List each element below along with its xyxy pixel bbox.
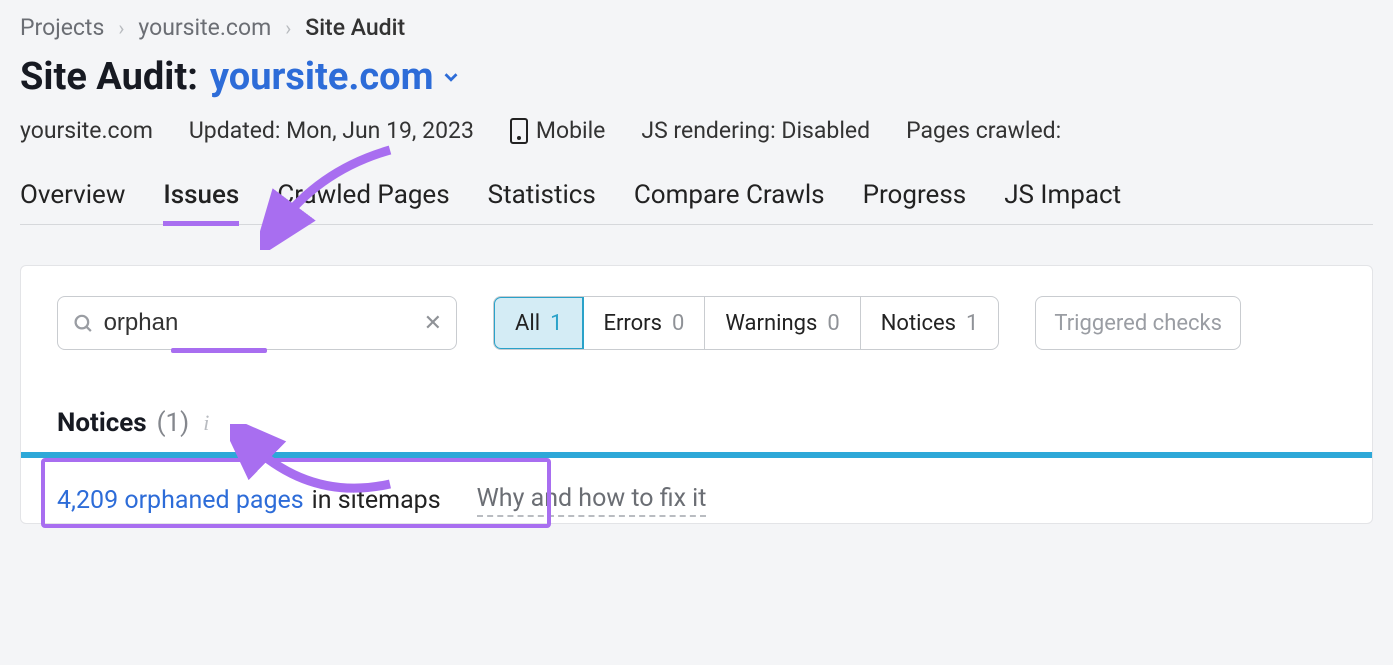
meta-updated: Updated: Mon, Jun 19, 2023 [189,117,474,144]
chevron-right-icon: › [285,16,291,40]
filter-row: ✕ All 1 Errors 0 Warnings 0 Notices 1 [57,296,1336,350]
meta-pages-crawled: Pages crawled: [906,117,1061,144]
filter-all[interactable]: All 1 [493,296,584,350]
issues-card: ✕ All 1 Errors 0 Warnings 0 Notices 1 [20,265,1373,524]
filter-warnings-count: 0 [827,311,839,336]
search-input[interactable] [104,309,414,337]
tab-issues[interactable]: Issues [163,180,239,212]
why-fix-link[interactable]: Why and how to fix it [477,484,707,517]
issue-link[interactable]: 4,209 orphaned pages [57,486,304,515]
breadcrumb-siteaudit: Site Audit [305,14,405,41]
triggered-checks-label: Triggered checks [1054,311,1222,336]
triggered-checks-dropdown[interactable]: Triggered checks [1035,296,1241,350]
tabs: Overview Issues Crawled Pages Statistics… [20,180,1373,225]
domain-selector-label: yoursite.com [210,55,434,99]
issue-title: 4,209 orphaned pages in sitemaps [57,486,441,515]
search-icon [72,312,94,334]
tab-crawled-pages[interactable]: Crawled Pages [277,180,449,212]
page-title-row: Site Audit: yoursite.com [20,55,1373,117]
filter-all-count: 1 [550,311,562,336]
filter-errors[interactable]: Errors 0 [583,297,705,349]
domain-selector[interactable]: yoursite.com [210,55,462,99]
chevron-right-icon: › [118,16,124,40]
tab-js-impact[interactable]: JS Impact [1004,180,1121,212]
notices-heading: Notices (1) i [57,408,1336,438]
filter-notices-label: Notices [881,311,956,336]
page-title: Site Audit: [20,55,198,99]
mobile-icon [510,118,528,144]
meta-domain: yoursite.com [20,117,153,144]
meta-js-rendering: JS rendering: Disabled [641,117,870,144]
info-icon[interactable]: i [199,410,209,436]
filter-notices-count: 1 [966,311,978,336]
chevron-down-icon [440,66,462,88]
breadcrumb-domain[interactable]: yoursite.com [138,14,271,41]
notices-heading-label: Notices [57,408,147,438]
issue-row: 4,209 orphaned pages in sitemaps Why and… [57,458,1336,523]
issue-tail: in sitemaps [312,486,441,515]
clear-icon[interactable]: ✕ [424,311,442,336]
search-box: ✕ [57,296,457,350]
meta-device-label: Mobile [536,117,606,144]
tab-statistics[interactable]: Statistics [488,180,596,212]
meta-device: Mobile [510,117,606,144]
filter-all-label: All [515,311,540,336]
breadcrumb: Projects › yoursite.com › Site Audit [20,10,1373,55]
filter-warnings-label: Warnings [725,311,817,336]
filter-warnings[interactable]: Warnings 0 [705,297,860,349]
notices-heading-count: (1) [157,408,190,438]
tab-progress[interactable]: Progress [863,180,967,212]
tab-overview[interactable]: Overview [20,180,125,212]
tab-compare-crawls[interactable]: Compare Crawls [634,180,825,212]
meta-strip: yoursite.com Updated: Mon, Jun 19, 2023 … [20,117,1373,180]
annotation-underline [171,348,267,353]
filter-errors-label: Errors [603,311,662,336]
filter-notices[interactable]: Notices 1 [861,297,999,349]
filter-errors-count: 0 [672,311,684,336]
breadcrumb-projects[interactable]: Projects [20,14,104,41]
filter-pill-group: All 1 Errors 0 Warnings 0 Notices 1 [493,296,999,350]
